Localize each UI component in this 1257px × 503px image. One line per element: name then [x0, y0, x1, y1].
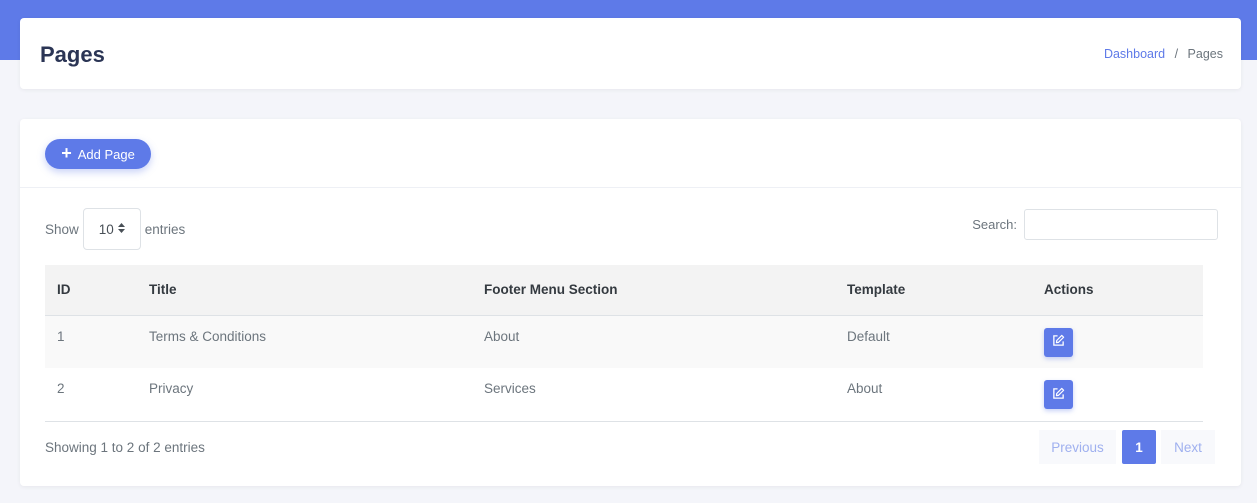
table-info: Showing 1 to 2 of 2 entries	[45, 440, 205, 455]
show-label: Show	[45, 221, 79, 237]
edit-button[interactable]	[1044, 380, 1073, 409]
cell-actions	[1032, 368, 1203, 421]
search-input[interactable]	[1024, 209, 1218, 240]
cell-footer-menu-section: Services	[484, 381, 536, 396]
previous-page-button[interactable]: Previous	[1039, 430, 1116, 464]
cell-template: Default	[847, 328, 890, 344]
cell-actions	[1032, 315, 1203, 368]
cell-footer-menu-section: About	[484, 328, 520, 344]
column-header-template[interactable]: Template	[835, 265, 1032, 316]
breadcrumb: Dashboard / Pages	[1104, 47, 1223, 61]
search-label: Search:	[972, 217, 1017, 232]
search-control: Search:	[972, 209, 1218, 240]
pages-card: + Add Page Show 10 entries Search: ID Ti…	[20, 119, 1241, 486]
cell-id: 2	[57, 381, 65, 396]
column-header-footer-menu-section[interactable]: Footer Menu Section	[472, 265, 835, 316]
table-header-row: ID Title Footer Menu Section Template Ac…	[45, 265, 1203, 316]
edit-icon	[1052, 334, 1065, 350]
entries-per-page-select[interactable]: 10	[82, 208, 141, 250]
add-page-label: Add Page	[77, 146, 135, 162]
cell-title: Privacy	[149, 381, 194, 396]
add-page-button[interactable]: + Add Page	[45, 139, 151, 169]
column-header-actions: Actions	[1032, 265, 1203, 316]
select-arrows-icon	[117, 223, 125, 235]
column-header-id[interactable]: ID	[45, 265, 137, 316]
cell-title: Terms & Conditions	[149, 328, 267, 344]
breadcrumb-current: Pages	[1187, 47, 1223, 61]
table-row: 1 Terms & Conditions About Default	[45, 315, 1203, 368]
table-row: 2 Privacy Services About	[45, 368, 1203, 421]
breadcrumb-separator: /	[1174, 47, 1179, 61]
edit-button[interactable]	[1044, 327, 1073, 357]
page-title: Pages	[40, 42, 105, 67]
entries-label: entries	[144, 221, 186, 237]
breadcrumb-dashboard-link[interactable]: Dashboard	[1104, 47, 1165, 61]
plus-icon: +	[61, 143, 72, 163]
next-page-button[interactable]: Next	[1161, 430, 1215, 464]
edit-icon	[1052, 387, 1065, 403]
cell-id: 1	[57, 328, 65, 344]
entries-per-page-value: 10	[98, 221, 114, 237]
cell-template: About	[847, 381, 883, 396]
pages-table: ID Title Footer Menu Section Template Ac…	[45, 265, 1203, 422]
page-header: Pages Dashboard / Pages	[20, 18, 1241, 89]
card-toolbar: + Add Page	[20, 119, 1241, 188]
page-1-button[interactable]: 1	[1122, 430, 1156, 464]
pagination: Previous 1 Next	[1039, 430, 1215, 464]
column-header-title[interactable]: Title	[137, 265, 472, 316]
entries-length-control: Show 10 entries	[45, 208, 185, 250]
